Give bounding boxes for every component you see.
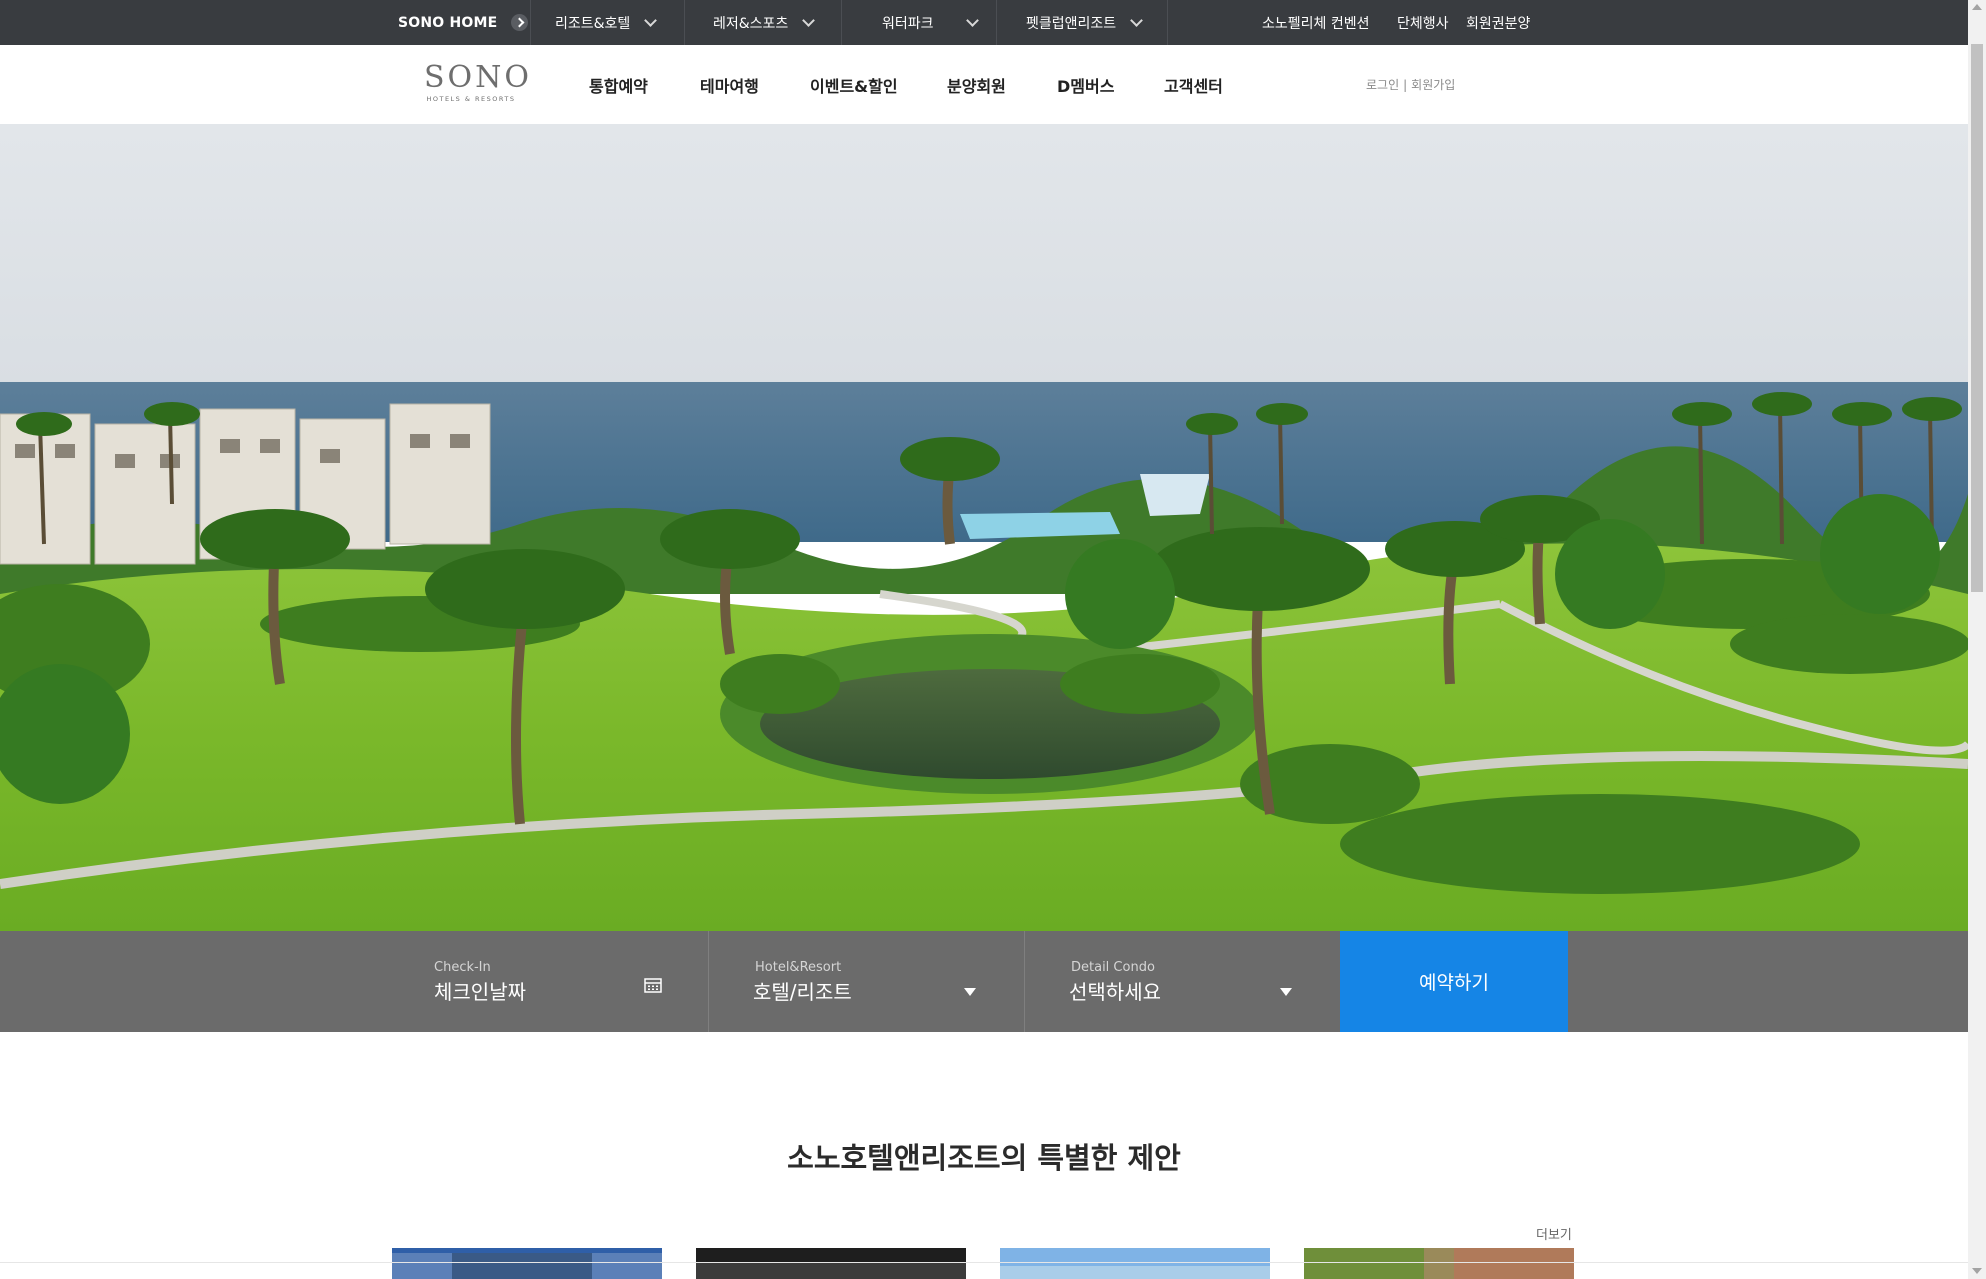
divider xyxy=(684,0,685,45)
bottom-fixed-bar-edge xyxy=(0,1262,1968,1263)
menu-waterpark[interactable]: 워터파크 xyxy=(882,0,979,45)
offer-card-4[interactable] xyxy=(1304,1248,1574,1279)
scroll-up-arrow-icon[interactable] xyxy=(1972,4,1982,10)
booking-bar: Check-In 체크인날짜 Hotel&Resort 호텔/리조트 Detai… xyxy=(0,931,1968,1032)
nav-d-members[interactable]: D멤버스 xyxy=(1057,45,1114,124)
nav-label: 고객센터 xyxy=(1164,76,1223,96)
offers-section-title: 소노호텔앤리조트의 특별한 제안 xyxy=(787,1141,1181,1175)
offer-card-image xyxy=(392,1248,662,1279)
checkin-value: 체크인날짜 xyxy=(434,980,526,1004)
logo-subtitle: HOTELS & RESORTS xyxy=(426,95,516,103)
hotel-resort-select[interactable]: Hotel&Resort 호텔/리조트 xyxy=(709,931,1024,1032)
checkin-field[interactable]: Check-In 체크인날짜 xyxy=(400,931,700,1032)
scrollbar-thumb[interactable] xyxy=(1971,44,1983,592)
divider xyxy=(530,0,531,45)
offer-card-3[interactable] xyxy=(1000,1248,1270,1279)
nav-integrated-booking[interactable]: 통합예약 xyxy=(589,45,648,124)
menu-resort-hotel[interactable]: 리조트&호텔 xyxy=(555,0,658,45)
main-header: SONO HOTELS & RESORTS 통합예약 테마여행 이벤트&할인 분… xyxy=(0,45,1968,124)
resort-landscape-image xyxy=(0,124,1968,931)
nav-label: 분양회원 xyxy=(947,76,1006,96)
menu-label: 리조트&호텔 xyxy=(555,15,631,32)
hero-banner-image xyxy=(0,124,1968,931)
link-label: 단체행사 xyxy=(1397,15,1449,32)
arrow-right-icon xyxy=(511,14,529,31)
caret-down-icon xyxy=(964,988,976,996)
chevron-down-icon xyxy=(802,13,816,27)
hotel-value: 호텔/리조트 xyxy=(753,980,852,1004)
top-utility-bar: SONO HOME 리조트&호텔 레저&스포츠 워터파크 펫클럽앤리조트 소노펠… xyxy=(0,0,1968,45)
nav-members[interactable]: 분양회원 xyxy=(947,45,1006,124)
logo-wordmark: SONO xyxy=(424,60,532,95)
menu-leisure-sports[interactable]: 레저&스포츠 xyxy=(713,0,816,45)
menu-label: 워터파크 xyxy=(882,15,934,32)
page-viewport: SONO HOME 리조트&호텔 레저&스포츠 워터파크 펫클럽앤리조트 소노펠… xyxy=(0,0,1968,1279)
divider xyxy=(1167,0,1168,45)
nav-label: 통합예약 xyxy=(589,76,648,96)
menu-pet-club[interactable]: 펫클럽앤리조트 xyxy=(1026,0,1144,45)
more-link[interactable]: 더보기 xyxy=(1536,1224,1572,1243)
menu-label: 레저&스포츠 xyxy=(713,15,789,32)
link-label: 회원권분양 xyxy=(1466,15,1531,32)
divider xyxy=(841,0,842,45)
reserve-button[interactable]: 예약하기 xyxy=(1340,931,1568,1032)
link-label: 소노펠리체 컨벤션 xyxy=(1262,15,1370,32)
nav-theme-travel[interactable]: 테마여행 xyxy=(700,45,759,124)
scroll-down-arrow-icon[interactable] xyxy=(1972,1268,1982,1274)
nav-events-discounts[interactable]: 이벤트&할인 xyxy=(810,45,898,124)
chevron-down-icon xyxy=(1130,13,1144,27)
member-divider: | xyxy=(1403,77,1408,92)
menu-label: 펫클럽앤리조트 xyxy=(1026,15,1117,32)
condo-label: Detail Condo xyxy=(1071,960,1155,975)
link-membership-sale[interactable]: 회원권분양 xyxy=(1466,0,1530,45)
signup-link[interactable]: 회원가입 xyxy=(1411,76,1455,93)
login-link[interactable]: 로그인 xyxy=(1366,76,1399,93)
sono-home-label: SONO HOME xyxy=(398,14,498,31)
offer-card-1[interactable] xyxy=(392,1248,662,1279)
checkin-label: Check-In xyxy=(434,960,491,975)
nav-customer-center[interactable]: 고객센터 xyxy=(1164,45,1223,124)
link-group-event[interactable]: 단체행사 xyxy=(1397,0,1449,45)
nav-label: D멤버스 xyxy=(1057,76,1115,96)
calendar-icon[interactable] xyxy=(644,977,662,993)
chevron-down-icon xyxy=(644,13,658,27)
offer-card-image xyxy=(696,1248,966,1279)
divider xyxy=(996,0,997,45)
detail-condo-select[interactable]: Detail Condo 선택하세요 xyxy=(1025,931,1340,1032)
nav-label: 이벤트&할인 xyxy=(810,76,898,96)
caret-down-icon xyxy=(1280,988,1292,996)
link-convention[interactable]: 소노펠리체 컨벤션 xyxy=(1262,0,1370,45)
member-links: 로그인 | 회원가입 xyxy=(1366,45,1455,124)
nav-label: 테마여행 xyxy=(700,76,759,96)
chevron-down-icon xyxy=(965,13,979,27)
hotel-label: Hotel&Resort xyxy=(755,960,842,975)
offer-card-2[interactable] xyxy=(696,1248,966,1279)
offer-card-image xyxy=(1304,1248,1574,1279)
offer-card-image xyxy=(1000,1248,1270,1279)
sono-home-link[interactable]: SONO HOME xyxy=(398,0,529,45)
condo-value: 선택하세요 xyxy=(1069,980,1161,1004)
sono-logo[interactable]: SONO HOTELS & RESORTS xyxy=(424,60,532,107)
